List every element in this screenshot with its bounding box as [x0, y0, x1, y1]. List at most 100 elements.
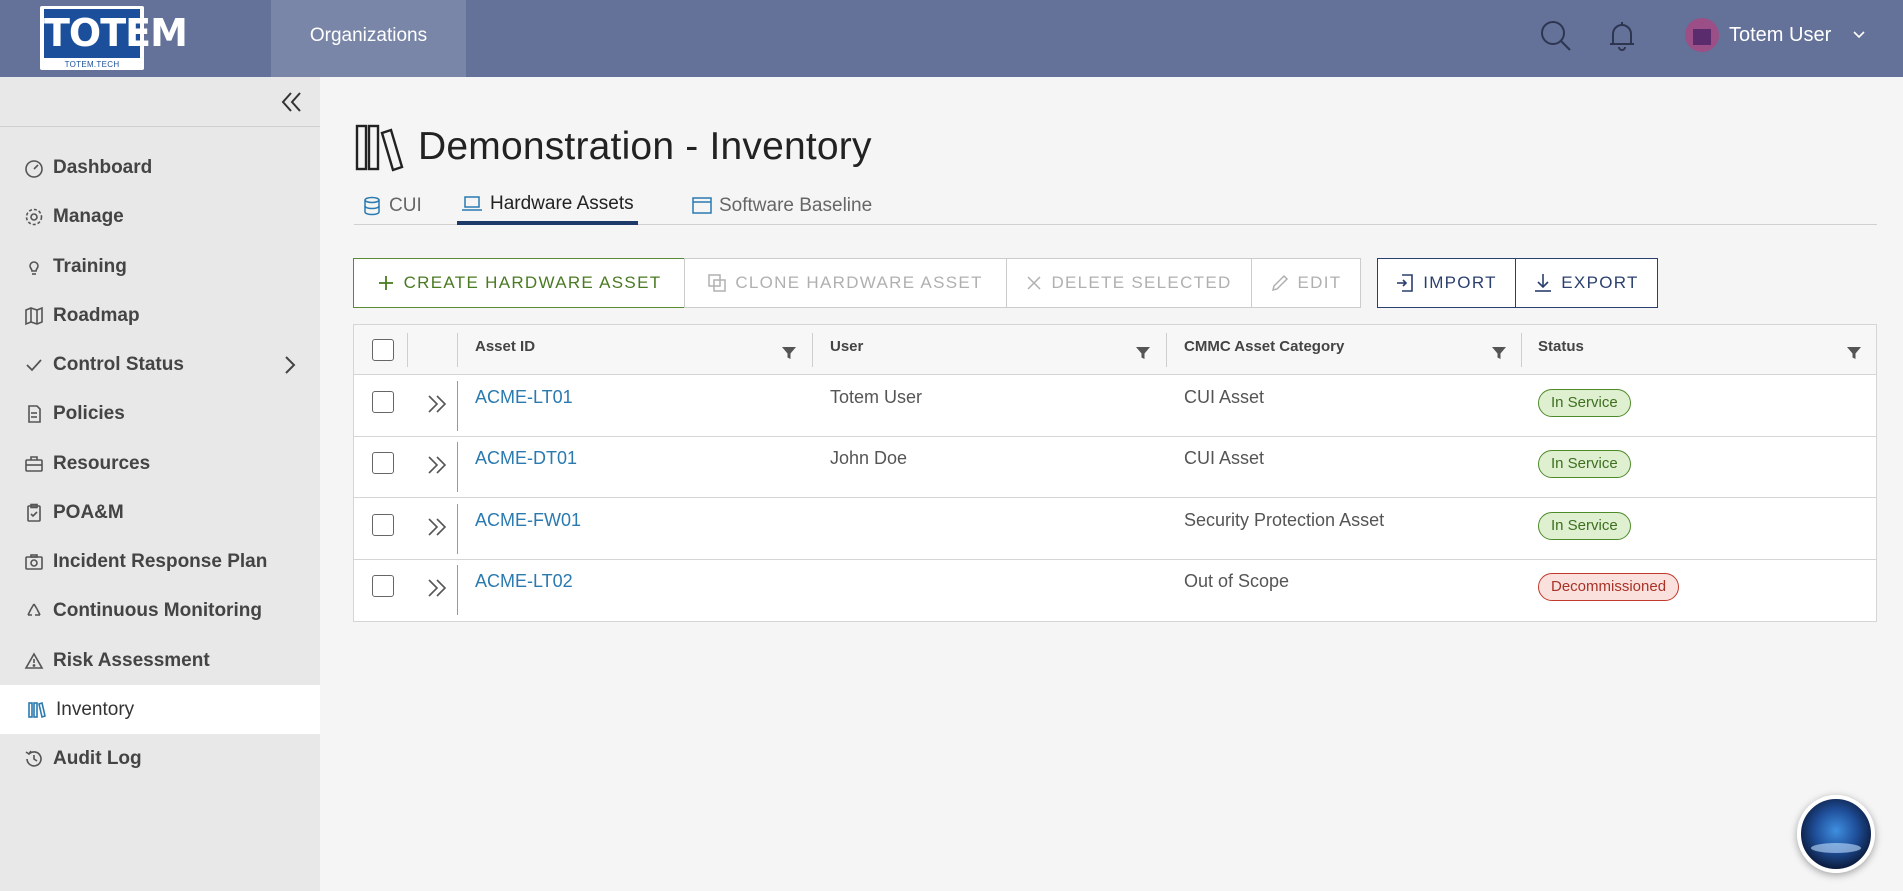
- expand-row-icon[interactable]: [425, 392, 449, 416]
- sidebar-item-label: POA&M: [53, 501, 124, 523]
- clone-hardware-asset-button[interactable]: CLONE HARDWARE ASSET: [684, 258, 1007, 308]
- asset-user: John Doe: [830, 448, 908, 468]
- row-checkbox[interactable]: [372, 514, 394, 536]
- gear-icon: [25, 208, 43, 225]
- sidebar-item-label: Inventory: [56, 698, 135, 720]
- status-badge: In Service: [1538, 389, 1631, 417]
- sidebar-collapse-bar: [0, 77, 320, 127]
- asset-id-link[interactable]: ACME-LT01: [475, 387, 573, 408]
- expand-row-icon[interactable]: [425, 576, 449, 600]
- row-divider: [457, 565, 458, 615]
- totem-logo[interactable]: TOTEM TOTEM.TECH: [40, 6, 188, 70]
- sidebar-item-inventory[interactable]: Inventory: [0, 685, 320, 734]
- sidebar-item-manage[interactable]: Manage: [0, 192, 320, 241]
- logo-subtext: TOTEM.TECH: [64, 60, 120, 69]
- table-row[interactable]: ACME-FW01 Security Protection Asset In S…: [354, 498, 1876, 560]
- column-divider: [457, 333, 458, 367]
- asset-id-link[interactable]: ACME-LT02: [475, 571, 573, 592]
- row-divider: [457, 381, 458, 431]
- expand-row-icon[interactable]: [425, 453, 449, 477]
- logo-wordmark: TOTEM: [44, 9, 188, 58]
- column-header-status[interactable]: Status: [1538, 338, 1584, 355]
- download-icon: [1535, 274, 1552, 292]
- button-label: EXPORT: [1561, 273, 1639, 292]
- asset-id-link[interactable]: ACME-DT01: [475, 448, 577, 469]
- delete-selected-button[interactable]: DELETE SELECTED: [1006, 258, 1252, 308]
- sidebar-item-incident-response-plan[interactable]: Incident Response Plan: [0, 537, 320, 586]
- asset-user: Totem User: [830, 387, 923, 407]
- tab-software-baseline[interactable]: Software Baseline: [688, 186, 876, 225]
- row-divider: [457, 442, 458, 492]
- create-hardware-asset-button[interactable]: CREATE HARDWARE ASSET: [353, 258, 685, 308]
- column-header-user[interactable]: User: [830, 338, 863, 355]
- row-checkbox[interactable]: [372, 391, 394, 413]
- sidebar-item-label: Control Status: [53, 353, 184, 375]
- table-row[interactable]: ACME-LT02 Out of Scope Decommissioned: [354, 559, 1876, 621]
- sidebar-item-continuous-monitoring[interactable]: Continuous Monitoring: [0, 586, 320, 635]
- clone-icon: [708, 274, 727, 292]
- search-icon[interactable]: [1538, 18, 1574, 54]
- table-header: Asset ID User CMMC Asset Category Status: [354, 325, 1876, 375]
- sidebar-item-policies[interactable]: Policies: [0, 389, 320, 438]
- button-label: CLONE HARDWARE ASSET: [735, 273, 983, 292]
- hardware-assets-table: Asset ID User CMMC Asset Category Status…: [353, 324, 1877, 622]
- sidebar-item-dashboard[interactable]: Dashboard: [0, 143, 320, 192]
- sidebar-item-label: Dashboard: [53, 156, 153, 178]
- top-header: TOTEM TOTEM.TECH Organizations Totem Use…: [0, 0, 1903, 77]
- tab-hardware-assets[interactable]: Hardware Assets: [457, 186, 638, 225]
- sidebar-item-risk-assessment[interactable]: Risk Assessment: [0, 636, 320, 685]
- filter-icon[interactable]: [1491, 345, 1507, 361]
- button-label: EDIT: [1297, 273, 1342, 292]
- edit-button[interactable]: EDIT: [1251, 258, 1361, 308]
- warning-icon: [24, 651, 44, 669]
- chevron-right-icon[interactable]: [283, 354, 297, 376]
- sidebar-item-control-status[interactable]: Control Status: [0, 340, 320, 389]
- import-icon: [1397, 274, 1413, 292]
- tab-cui[interactable]: CUI: [358, 186, 426, 225]
- document-icon: [28, 404, 41, 423]
- nav-organizations[interactable]: Organizations: [271, 0, 466, 77]
- sidebar-item-resources[interactable]: Resources: [0, 439, 320, 488]
- column-divider: [407, 333, 408, 367]
- plus-icon: [378, 276, 393, 290]
- page-header: Demonstration - Inventory: [354, 117, 872, 177]
- camera-icon: [25, 553, 43, 570]
- select-all-checkbox[interactable]: [372, 339, 394, 361]
- table-row[interactable]: ACME-LT01 Totem User CUI Asset In Servic…: [354, 375, 1876, 437]
- expand-row-icon[interactable]: [425, 515, 449, 539]
- sidebar-item-poam[interactable]: POA&M: [0, 488, 320, 537]
- assistant-launcher-button[interactable]: [1797, 795, 1875, 873]
- sidebar-item-label: Incident Response Plan: [53, 550, 268, 572]
- row-divider: [457, 504, 458, 554]
- asset-category: CUI Asset: [1184, 448, 1265, 468]
- column-divider: [812, 333, 813, 367]
- column-divider: [1166, 333, 1167, 367]
- filter-icon[interactable]: [1846, 345, 1862, 361]
- sidebar-item-label: Resources: [53, 452, 151, 474]
- avatar: [1685, 18, 1719, 52]
- column-header-cmmc-asset-category[interactable]: CMMC Asset Category: [1184, 338, 1344, 355]
- sidebar: Dashboard Manage Training Roadmap Contro…: [0, 77, 320, 891]
- pencil-icon: [1271, 274, 1288, 292]
- page-title: Demonstration - Inventory: [418, 125, 872, 168]
- collapse-sidebar-icon[interactable]: [278, 89, 306, 115]
- dashboard-icon: [25, 159, 43, 178]
- sidebar-item-audit-log[interactable]: Audit Log: [0, 734, 320, 783]
- asset-id-link[interactable]: ACME-FW01: [475, 510, 581, 531]
- table-row[interactable]: ACME-DT01 John Doe CUI Asset In Service: [354, 436, 1876, 498]
- books-icon: [28, 701, 46, 718]
- column-header-asset-id[interactable]: Asset ID: [475, 338, 535, 355]
- sidebar-item-training[interactable]: Training: [0, 242, 320, 291]
- sidebar-item-roadmap[interactable]: Roadmap: [0, 291, 320, 340]
- status-badge: In Service: [1538, 512, 1631, 540]
- row-checkbox[interactable]: [372, 575, 394, 597]
- import-button[interactable]: IMPORT: [1377, 258, 1516, 308]
- filter-icon[interactable]: [1135, 345, 1151, 361]
- tab-label: Hardware Assets: [490, 192, 634, 214]
- lightbulb-icon: [29, 260, 39, 275]
- bell-icon[interactable]: [1604, 18, 1640, 54]
- row-checkbox[interactable]: [372, 452, 394, 474]
- export-button[interactable]: EXPORT: [1515, 258, 1658, 308]
- filter-icon[interactable]: [781, 345, 797, 361]
- user-menu[interactable]: Totem User: [1685, 17, 1865, 53]
